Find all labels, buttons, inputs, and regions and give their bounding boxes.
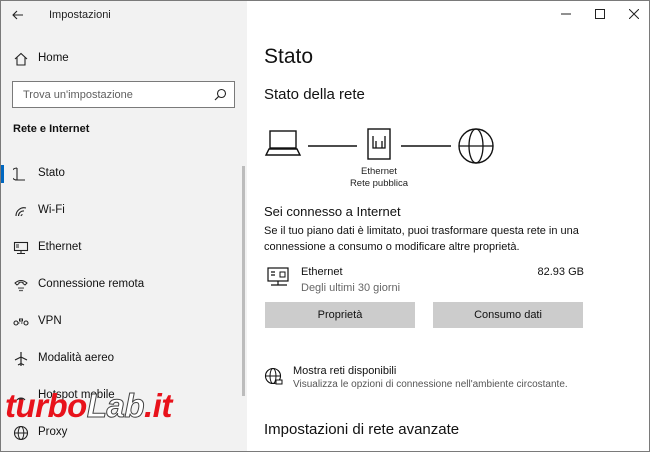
settings-window: Impostazioni Home Rete e Internet Stato … <box>0 0 650 452</box>
title-bar: Impostazioni <box>1 1 247 31</box>
minimize-button[interactable] <box>549 1 583 27</box>
page-title: Stato <box>264 45 314 68</box>
back-arrow-icon <box>12 10 23 20</box>
watermark-red-text: turbo <box>5 387 87 424</box>
ethernet-monitor-icon <box>267 267 289 286</box>
section-heading: Rete e Internet <box>13 123 90 135</box>
show-networks-subtitle: Visualizza le opzioni di connessione nel… <box>293 379 568 390</box>
sidebar-item-label: Home <box>38 52 69 64</box>
close-icon <box>629 9 639 19</box>
ethernet-port-icon <box>367 128 391 160</box>
back-button[interactable] <box>7 5 29 25</box>
airplane-icon <box>14 352 28 366</box>
advanced-settings-heading: Impostazioni di rete avanzate <box>264 421 460 438</box>
adapter-name-label: Ethernet <box>361 166 397 177</box>
sidebar-item-stato[interactable]: Stato <box>1 159 247 189</box>
globe-network-icon <box>264 367 283 385</box>
sidebar-item-home[interactable]: Home <box>1 47 247 71</box>
connection-status-title: Sei connesso a Internet <box>264 204 401 219</box>
main-panel: Stato Stato della rete Ethernet Rete pub… <box>247 1 649 451</box>
usage-period: Degli ultimi 30 giorni <box>301 282 401 294</box>
watermark-logo: turboLab.it <box>1 381 241 437</box>
network-diagram-graphic <box>264 128 494 164</box>
minimize-icon <box>561 13 571 15</box>
ethernet-icon <box>13 241 29 255</box>
sidebar-item-label: Wi-Fi <box>38 204 65 216</box>
search-box[interactable] <box>12 81 235 108</box>
window-controls <box>549 1 649 27</box>
sidebar-item-label: Connessione remota <box>38 278 145 290</box>
connection-description: Se il tuo piano dati è limitato, puoi tr… <box>264 225 579 253</box>
properties-button[interactable]: Proprietà <box>265 302 415 328</box>
sidebar-scrollbar[interactable] <box>242 166 245 396</box>
maximize-icon <box>595 9 605 19</box>
status-icon <box>13 167 25 181</box>
laptop-icon <box>264 130 302 156</box>
search-input[interactable] <box>13 82 203 107</box>
show-available-networks[interactable]: Mostra reti disponibili Visualizza le op… <box>264 363 604 399</box>
sidebar-item-wifi[interactable]: Wi-Fi <box>1 196 247 226</box>
network-status-heading: Stato della rete <box>264 86 365 103</box>
sidebar-item-ethernet[interactable]: Ethernet <box>1 233 247 263</box>
sidebar-item-modalita-aereo[interactable]: Modalità aereo <box>1 344 247 374</box>
data-usage-button[interactable]: Consumo dati <box>433 302 583 328</box>
sidebar-item-label: Modalità aereo <box>38 352 115 364</box>
usage-amount: 82.93 GB <box>537 266 584 278</box>
search-icon[interactable] <box>214 88 227 101</box>
show-networks-title: Mostra reti disponibili <box>293 365 397 377</box>
wifi-icon <box>15 207 27 217</box>
sidebar-item-connessione-remota[interactable]: Connessione remota <box>1 270 247 300</box>
close-button[interactable] <box>617 1 649 27</box>
usage-adapter-name: Ethernet <box>301 266 343 278</box>
network-profile-label: Rete pubblica <box>349 178 409 189</box>
sidebar-item-vpn[interactable]: VPN <box>1 307 247 337</box>
app-title: Impostazioni <box>49 9 111 21</box>
vpn-icon <box>13 318 29 326</box>
dialup-icon <box>14 280 28 292</box>
watermark-tail-text: .it <box>143 387 172 424</box>
sidebar-item-label: VPN <box>38 315 62 327</box>
watermark-white-text: Lab <box>86 387 145 425</box>
sidebar-item-label: Stato <box>38 167 65 179</box>
data-usage-row: Ethernet Degli ultimi 30 giorni 82.93 GB <box>264 264 584 300</box>
sidebar-item-label: Ethernet <box>38 241 82 253</box>
network-diagram: Ethernet Rete pubblica <box>264 119 504 199</box>
maximize-button[interactable] <box>583 1 617 27</box>
home-icon <box>14 52 28 66</box>
sidebar: Impostazioni Home Rete e Internet Stato … <box>1 1 247 451</box>
internet-globe-icon <box>458 128 494 164</box>
